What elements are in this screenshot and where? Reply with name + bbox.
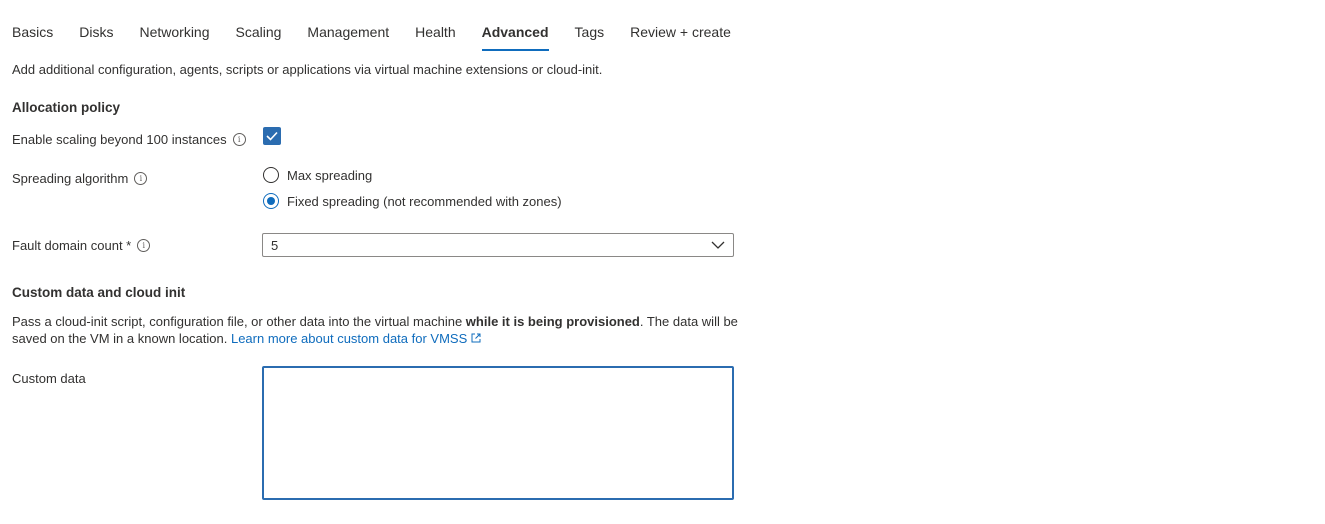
learn-more-link[interactable]: Learn more about custom data for VMSS (231, 331, 481, 346)
page-description: Add additional configuration, agents, sc… (12, 62, 603, 77)
spreading-label-row: Spreading algorithm i (12, 171, 148, 186)
link-text: Learn more about custom data for VMSS (230, 331, 468, 346)
allocation-policy-heading: Allocation policy (12, 100, 121, 115)
tab-advanced[interactable]: Advanced (481, 16, 549, 51)
tab-bar: Basics Disks Networking Scaling Manageme… (12, 16, 757, 51)
info-icon[interactable]: i (137, 239, 151, 252)
fault-domain-select[interactable]: 5 (262, 233, 734, 257)
tab-review-create[interactable]: Review + create (630, 16, 731, 50)
tab-disks[interactable]: Disks (79, 16, 113, 50)
radio-button[interactable] (263, 193, 279, 209)
scaling-label-row: Enable scaling beyond 100 instances i (12, 132, 246, 147)
para-bold-text: while it is being provisioned (465, 314, 640, 329)
tab-networking[interactable]: Networking (139, 16, 209, 50)
external-link-icon (471, 333, 481, 343)
chevron-down-icon (711, 241, 725, 249)
info-icon[interactable]: i (232, 133, 246, 146)
scaling-label: Enable scaling beyond 100 instances (12, 132, 227, 147)
fault-domain-label-row: Fault domain count * i (12, 238, 151, 253)
radio-label: Fixed spreading (not recommended with zo… (287, 193, 562, 209)
custom-data-textarea[interactable] (262, 366, 734, 500)
tab-health[interactable]: Health (415, 16, 455, 50)
info-icon[interactable]: i (134, 172, 148, 185)
tab-scaling[interactable]: Scaling (236, 16, 282, 50)
radio-button[interactable] (263, 167, 279, 183)
tab-management[interactable]: Management (307, 16, 389, 50)
tab-tags[interactable]: Tags (575, 16, 605, 50)
checkmark-icon (266, 131, 278, 141)
tab-basics[interactable]: Basics (12, 16, 53, 50)
radio-max-spreading[interactable]: Max spreading (263, 167, 372, 183)
fault-domain-value: 5 (271, 237, 279, 253)
custom-data-description: Pass a cloud-init script, configuration … (12, 313, 752, 347)
custom-data-heading: Custom data and cloud init (12, 285, 186, 300)
scaling-checkbox[interactable] (263, 127, 281, 145)
radio-fixed-spreading[interactable]: Fixed spreading (not recommended with zo… (263, 193, 562, 209)
radio-label: Max spreading (287, 167, 373, 183)
custom-data-label: Custom data (12, 371, 86, 386)
fault-domain-label: Fault domain count * (12, 238, 132, 253)
para-text: Pass a cloud-init script, configuration … (12, 314, 466, 329)
spreading-label: Spreading algorithm (12, 171, 129, 186)
